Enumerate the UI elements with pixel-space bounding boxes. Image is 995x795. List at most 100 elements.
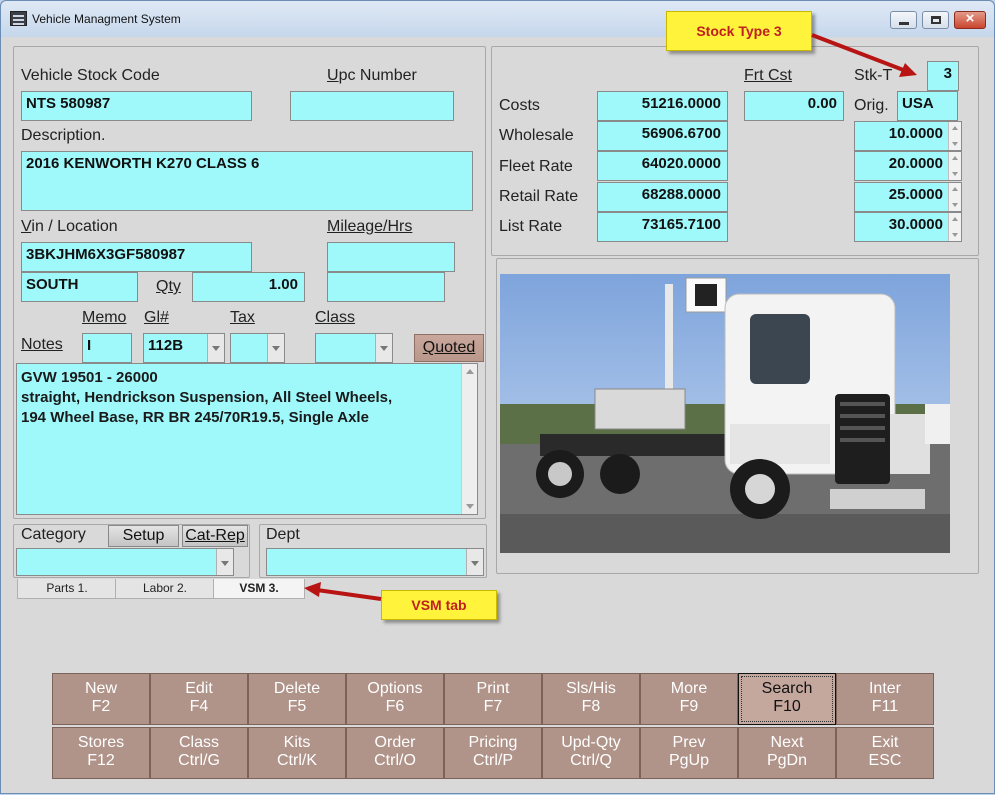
vehicle-photo	[500, 274, 950, 553]
close-button[interactable]: ×	[954, 10, 986, 29]
more-button[interactable]: More F9	[640, 673, 738, 725]
prev-button[interactable]: Prev PgUp	[640, 727, 738, 779]
mileage-field[interactable]	[327, 242, 455, 272]
kits-button[interactable]: Kits Ctrl/K	[248, 727, 346, 779]
options-button[interactable]: Options F6	[346, 673, 444, 725]
sales-history-button[interactable]: Sls/His F8	[542, 673, 640, 725]
chevron-down-icon[interactable]	[216, 549, 233, 575]
spinner-arrows-icon[interactable]	[948, 152, 961, 180]
exit-button[interactable]: Exit ESC	[836, 727, 934, 779]
order-button[interactable]: Order Ctrl/O	[346, 727, 444, 779]
frt-cst-field[interactable]: 0.00	[744, 91, 844, 121]
new-button[interactable]: New F2	[52, 673, 150, 725]
costs-field[interactable]: 51216.0000	[597, 91, 728, 121]
notes-scrollbar[interactable]	[461, 364, 477, 514]
qty-label: Qty	[156, 278, 181, 295]
spinner-arrows-icon[interactable]	[948, 122, 961, 150]
orig-label: Orig.	[854, 97, 889, 114]
mileage-secondary-field[interactable]	[327, 272, 445, 302]
quoted-button[interactable]: Quoted	[414, 334, 484, 362]
title-bar[interactable]: Vehicle Managment System ×	[1, 1, 994, 37]
tab-labor[interactable]: Labor 2.	[115, 579, 215, 599]
tab-vsm[interactable]: VSM 3.	[213, 579, 305, 599]
cat-rep-button[interactable]: Cat-Rep	[182, 525, 248, 547]
class-button[interactable]: Class Ctrl/G	[150, 727, 248, 779]
vin-location-label: Vin / Location	[21, 218, 118, 235]
close-icon: ×	[965, 10, 975, 27]
chevron-down-icon[interactable]	[466, 549, 483, 575]
description-field[interactable]: 2016 KENWORTH K270 CLASS 6	[21, 151, 473, 211]
list-rate-field[interactable]: 73165.7100	[597, 212, 728, 242]
origin-field[interactable]: USA	[897, 91, 958, 121]
wholesale-label: Wholesale	[499, 127, 574, 144]
chevron-down-icon[interactable]	[207, 334, 224, 362]
location-field[interactable]: SOUTH	[21, 272, 138, 302]
gl-label: Gl#	[144, 309, 169, 326]
print-button[interactable]: Print F7	[444, 673, 542, 725]
upc-label: Upc Number	[327, 67, 417, 84]
notes-label: Notes	[21, 336, 63, 353]
fleet-rate-field[interactable]: 64020.0000	[597, 151, 728, 181]
vsm-tab-callout: VSM tab	[381, 590, 497, 620]
maximize-button[interactable]	[922, 11, 949, 29]
wholesale-field[interactable]: 56906.6700	[597, 121, 728, 151]
app-window: Vehicle Managment System × Vehicle Stock…	[0, 0, 995, 794]
mileage-label: Mileage/Hrs	[327, 218, 413, 235]
edit-button[interactable]: Edit F4	[150, 673, 248, 725]
minimize-icon	[899, 22, 909, 25]
retail-rate-label: Retail Rate	[499, 188, 579, 205]
stock-code-field[interactable]: NTS 580987	[21, 91, 252, 121]
costs-label: Costs	[499, 97, 540, 114]
tax-combo[interactable]	[230, 333, 285, 363]
pricing-button[interactable]: Pricing Ctrl/P	[444, 727, 542, 779]
chevron-down-icon[interactable]	[267, 334, 284, 362]
list-pct-value: 30.0000	[888, 216, 943, 233]
stk-t-label: Stk-T	[854, 67, 893, 84]
delete-button[interactable]: Delete F5	[248, 673, 346, 725]
description-label: Description.	[21, 127, 106, 144]
memo-label: Memo	[82, 309, 127, 326]
gl-combo[interactable]: 112B	[143, 333, 225, 363]
retail-pct-value: 25.0000	[888, 186, 943, 203]
class-label: Class	[315, 309, 356, 326]
notes-line: straight, Hendrickson Suspension, All St…	[21, 389, 393, 406]
category-label: Category	[21, 526, 86, 543]
qty-field[interactable]: 1.00	[192, 272, 305, 302]
notes-textarea[interactable]: GVW 19501 - 26000 straight, Hendrickson …	[16, 363, 478, 515]
notes-line: GVW 19501 - 26000	[21, 369, 158, 386]
spinner-arrows-icon[interactable]	[948, 183, 961, 211]
fleet-pct-spinner[interactable]: 20.0000	[854, 151, 962, 181]
upc-field[interactable]	[290, 91, 454, 121]
spinner-arrows-icon[interactable]	[948, 213, 961, 241]
search-button[interactable]: Search F10	[738, 673, 836, 725]
stock-code-label: Vehicle Stock Code	[21, 67, 160, 84]
wholesale-pct-spinner[interactable]: 10.0000	[854, 121, 962, 151]
list-pct-spinner[interactable]: 30.0000	[854, 212, 962, 242]
vin-field[interactable]: 3BKJHM6X3GF580987	[21, 242, 252, 272]
stock-type-callout: Stock Type 3	[666, 11, 812, 51]
setup-button[interactable]: Setup	[108, 525, 179, 547]
update-qty-button[interactable]: Upd-Qty Ctrl/Q	[542, 727, 640, 779]
memo-field[interactable]: I	[82, 333, 132, 363]
inter-button[interactable]: Inter F11	[836, 673, 934, 725]
next-button[interactable]: Next PgDn	[738, 727, 836, 779]
dept-combo[interactable]	[266, 548, 484, 576]
fleet-rate-label: Fleet Rate	[499, 158, 573, 175]
stores-button[interactable]: Stores F12	[52, 727, 150, 779]
wholesale-pct-value: 10.0000	[888, 125, 943, 142]
arrow-to-vsm-tab	[316, 588, 382, 601]
dept-label: Dept	[266, 526, 300, 543]
tab-parts[interactable]: Parts 1.	[17, 579, 117, 599]
app-icon	[10, 11, 27, 26]
chevron-down-icon[interactable]	[375, 334, 392, 362]
frt-cst-label: Frt Cst	[744, 67, 792, 84]
retail-pct-spinner[interactable]: 25.0000	[854, 182, 962, 212]
category-combo[interactable]	[16, 548, 234, 576]
retail-rate-field[interactable]: 68288.0000	[597, 182, 728, 212]
truck-image	[500, 274, 950, 553]
tax-label: Tax	[230, 309, 255, 326]
stock-type-field[interactable]: 3	[927, 61, 959, 91]
maximize-icon	[931, 16, 941, 24]
minimize-button[interactable]	[890, 11, 917, 29]
class-combo[interactable]	[315, 333, 393, 363]
